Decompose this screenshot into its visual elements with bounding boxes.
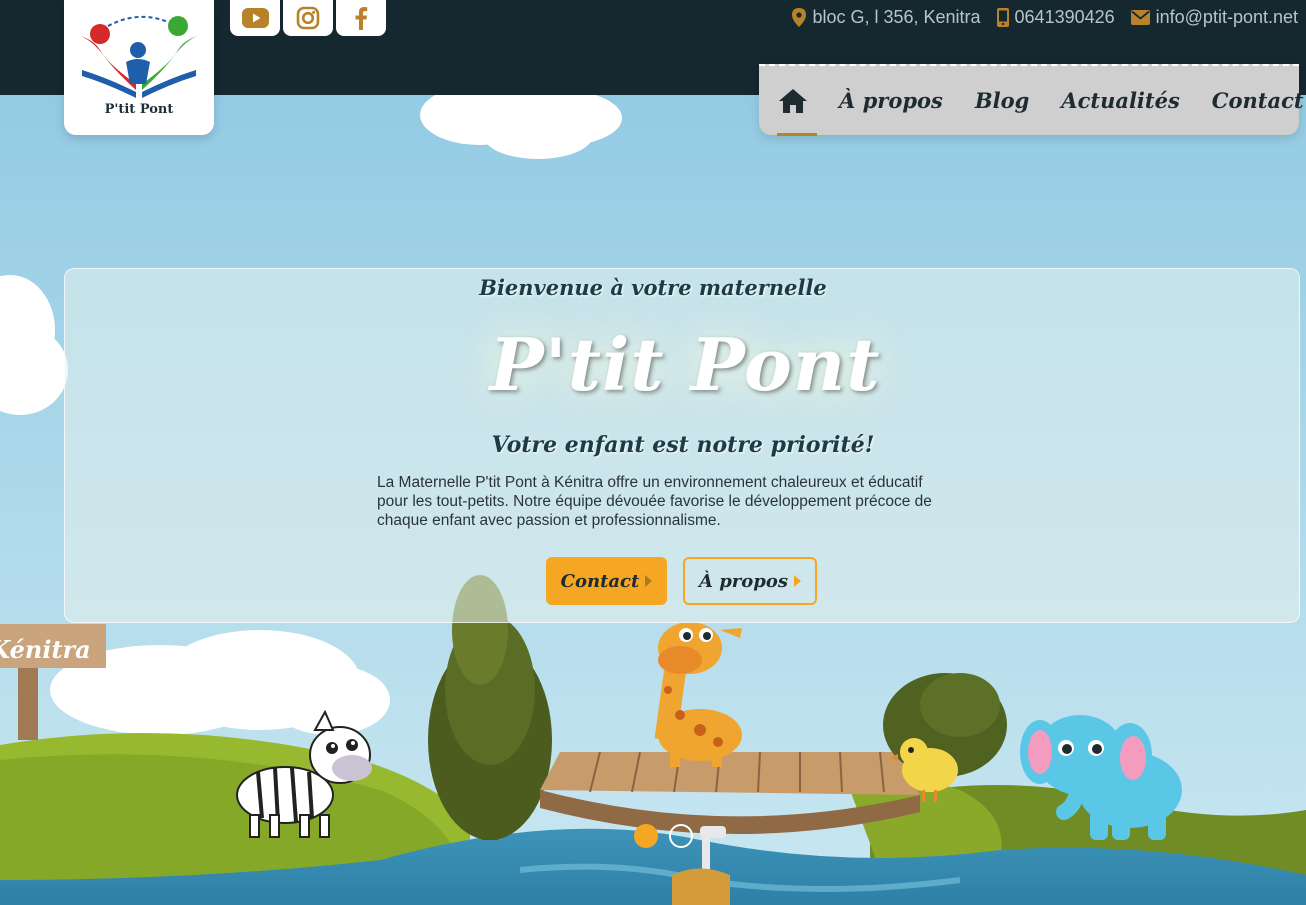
contact-info: bloc G, l 356, Kenitra 0641390426 info@p… — [792, 7, 1298, 28]
caret-right-icon — [645, 575, 653, 587]
map-marker-icon — [792, 8, 807, 27]
slider-dot-1[interactable] — [634, 824, 658, 848]
address-item: bloc G, l 356, Kenitra — [792, 7, 981, 28]
site-logo[interactable]: P'tit Pont — [64, 0, 214, 135]
hero-title: P'tit Pont — [489, 322, 881, 407]
envelope-icon — [1130, 10, 1150, 25]
youtube-icon — [241, 8, 269, 28]
contact-button-label: Contact — [560, 570, 640, 592]
hero-subtitle: Votre enfant est notre priorité! — [491, 432, 875, 458]
address-text: bloc G, l 356, Kenitra — [812, 7, 981, 27]
main-navigation: À propos Blog Actualités Contact — [759, 64, 1304, 136]
nav-apropos[interactable]: À propos — [839, 88, 943, 113]
nav-contact[interactable]: Contact — [1212, 88, 1304, 113]
hero-kicker: Bienvenue à votre maternelle — [479, 275, 827, 300]
nav-actualites[interactable]: Actualités — [1061, 88, 1180, 113]
sign-text: Kénitra — [0, 635, 91, 664]
phone-text: 0641390426 — [1014, 7, 1115, 27]
youtube-button[interactable] — [230, 0, 280, 36]
email-item[interactable]: info@ptit-pont.net — [1130, 7, 1298, 28]
mobile-phone-icon — [996, 8, 1009, 27]
email-text: info@ptit-pont.net — [1155, 7, 1298, 27]
hero-description: La Maternelle P'tit Pont à Kénitra offre… — [377, 474, 932, 529]
apropos-button-label: À propos — [698, 570, 789, 592]
nav-home[interactable] — [777, 65, 817, 136]
slider-pagination — [634, 824, 693, 848]
slider-dot-2[interactable] — [669, 824, 693, 848]
instagram-button[interactable] — [283, 0, 333, 36]
apropos-button[interactable]: À propos — [683, 557, 817, 605]
facebook-button[interactable] — [336, 0, 386, 36]
home-icon — [779, 88, 807, 113]
logo-icon — [80, 15, 198, 98]
facebook-icon — [355, 7, 368, 30]
contact-button[interactable]: Contact — [546, 557, 667, 605]
logo-text: P'tit Pont — [104, 102, 174, 117]
caret-right-icon — [794, 575, 802, 587]
nav-blog[interactable]: Blog — [975, 88, 1029, 113]
instagram-icon — [296, 6, 320, 30]
phone-item[interactable]: 0641390426 — [996, 7, 1115, 28]
